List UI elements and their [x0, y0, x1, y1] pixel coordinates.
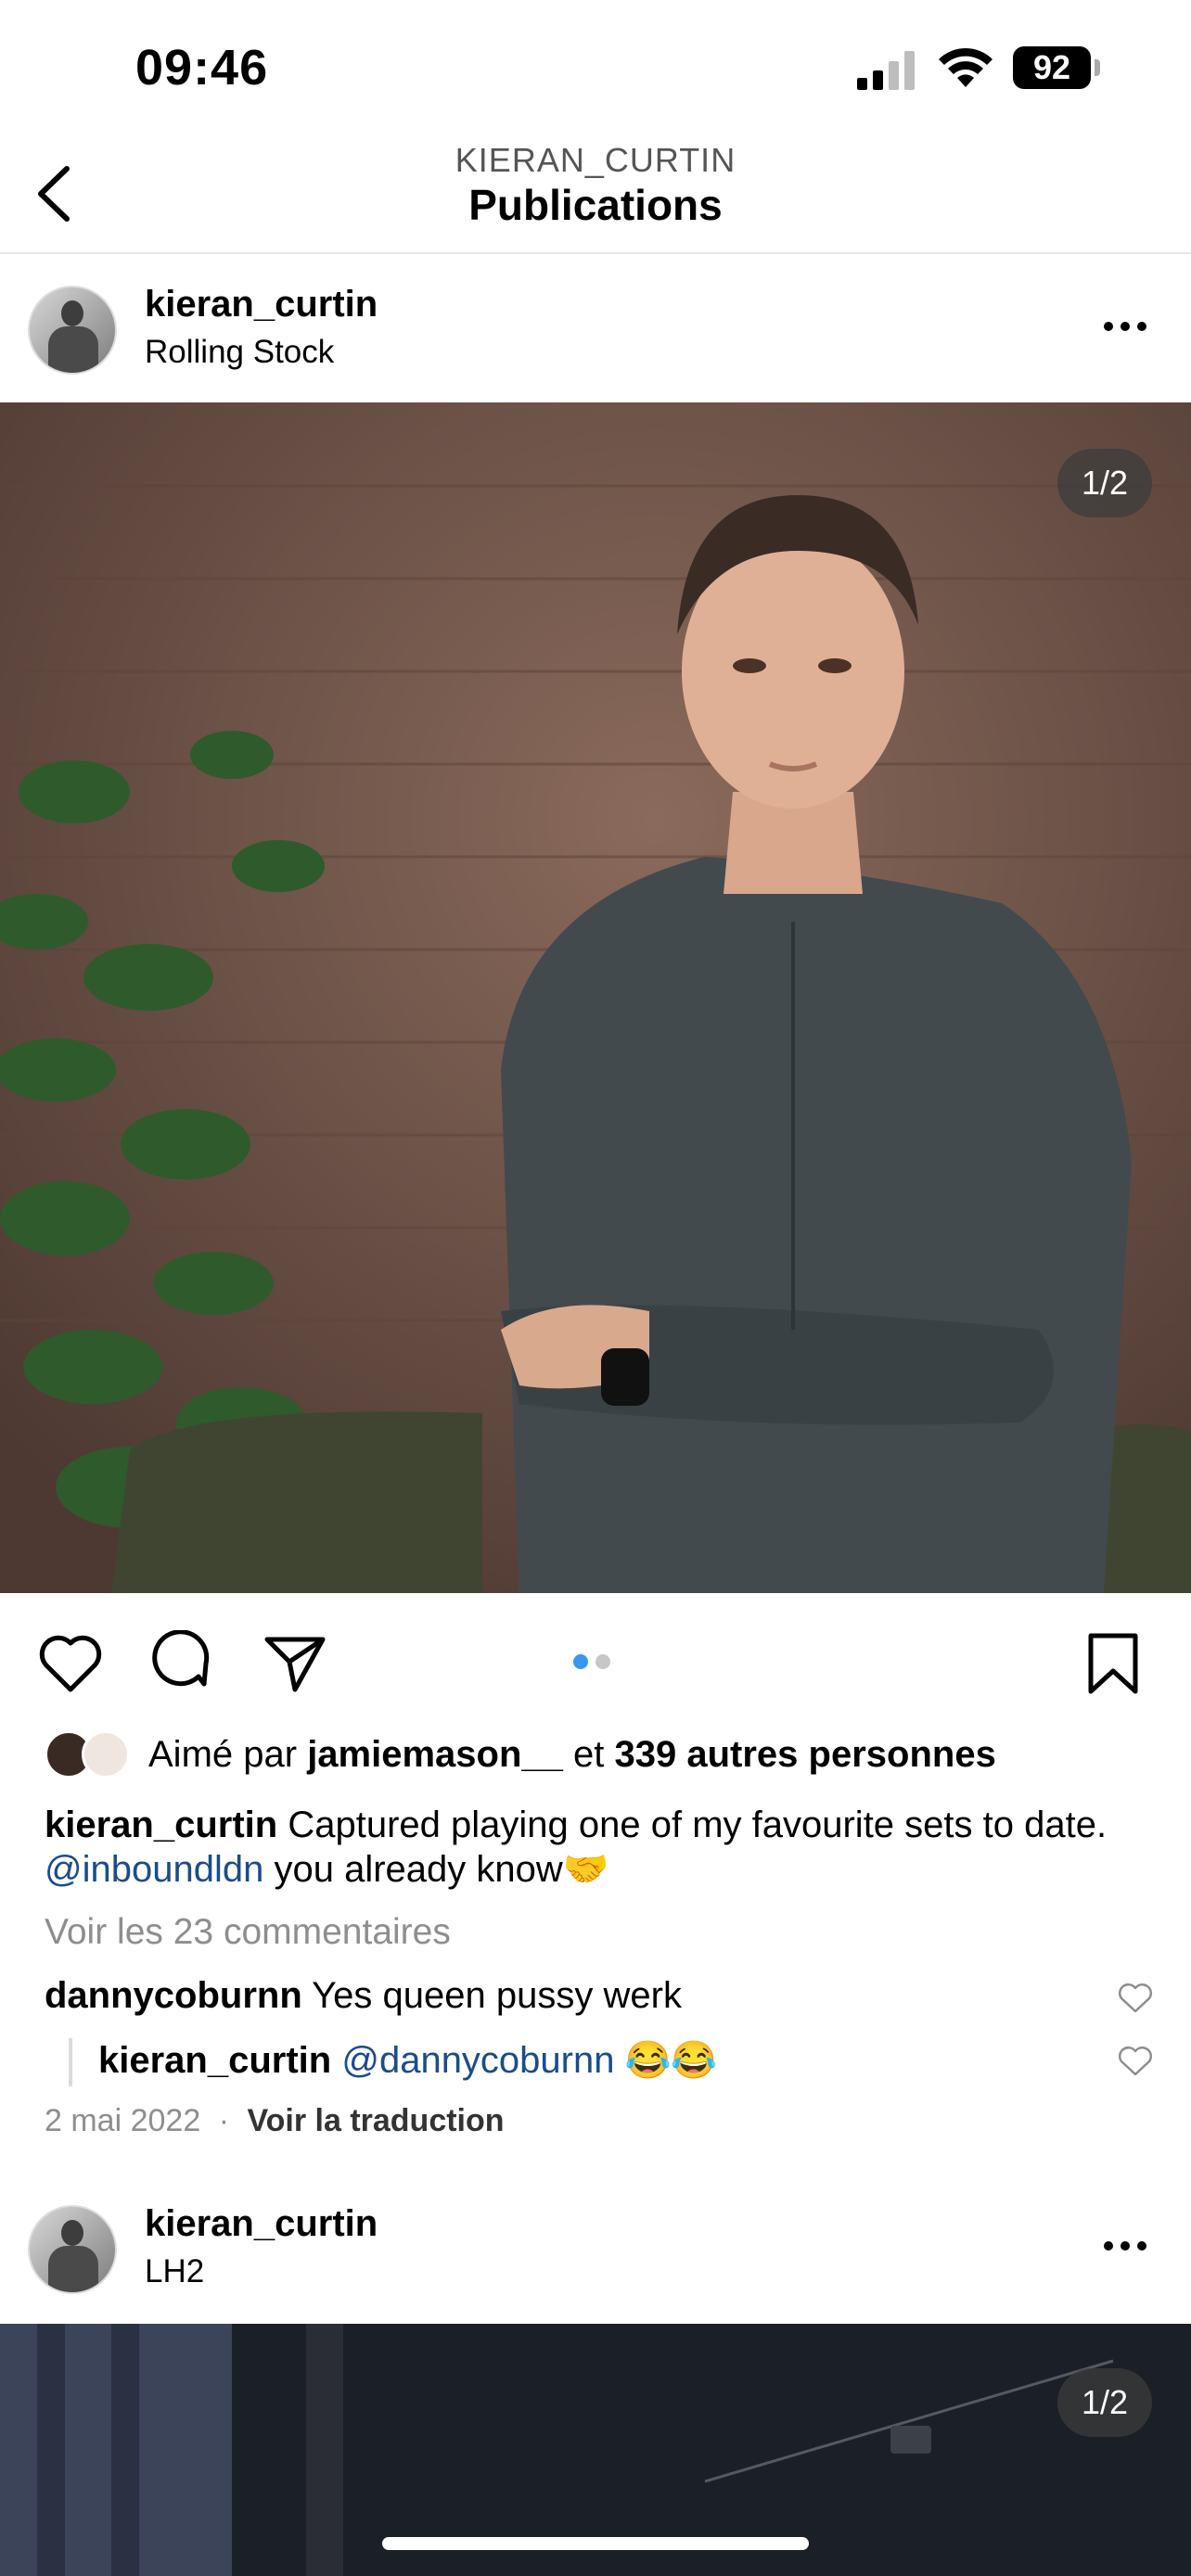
post-location[interactable]: Rolling Stock	[145, 334, 334, 371]
liker-avatar	[82, 1730, 130, 1779]
post-actions	[0, 1593, 1191, 1732]
comment-reply: kieran_curtin @dannycoburnn 😂😂	[98, 2038, 717, 2082]
photo-counter: 1/2	[1057, 2368, 1152, 2437]
reply-text: 😂😂	[624, 2040, 718, 2081]
post-header: kieran_curtin Rolling Stock	[0, 256, 1191, 404]
nav-header: KIERAN_CURTIN Publications	[0, 139, 1191, 254]
carousel-dot-active	[573, 1654, 588, 1669]
reply-mention[interactable]: @dannycoburnn	[341, 2040, 614, 2081]
wifi-icon	[939, 47, 992, 87]
caption-text: Captured playing one of my favourite set…	[288, 1804, 1108, 1845]
heart-icon[interactable]	[37, 1630, 104, 1697]
post-location[interactable]: LH2	[145, 2253, 204, 2290]
battery-icon: 92	[1013, 46, 1102, 89]
likes-text: Aimé par jamiemason__ et 339 autres pers…	[148, 1734, 996, 1775]
caption-suffix: you already know🤝	[274, 1849, 609, 1890]
comment-like-icon[interactable]	[1117, 1981, 1154, 2014]
caption-mention[interactable]: @inboundldn	[45, 1849, 263, 1890]
likes-row[interactable]: Aimé par jamiemason__ et 339 autres pers…	[45, 1730, 1158, 1782]
more-options-icon[interactable]	[1104, 319, 1156, 338]
share-icon[interactable]	[262, 1630, 328, 1697]
carousel-indicator	[573, 1654, 618, 1671]
page-title: Publications	[468, 181, 723, 229]
reply-thread-line	[69, 2038, 72, 2086]
post-meta: 2 mai 2022 · Voir la traduction	[45, 2103, 505, 2139]
comment-username[interactable]: dannycoburnn	[45, 1975, 302, 2016]
meta-separator: ·	[218, 2103, 230, 2138]
reply-like-icon[interactable]	[1117, 2044, 1154, 2077]
liker-username[interactable]: jamiemason__	[307, 1734, 563, 1775]
status-time: 09:46	[135, 40, 269, 96]
portrait-photo	[0, 402, 1191, 1593]
nav-subtitle: KIERAN_CURTIN	[455, 141, 736, 179]
cellular-signal-icon	[857, 51, 915, 90]
status-bar: 09:46 92	[0, 0, 1191, 139]
post-caption: kieran_curtin Captured playing one of my…	[45, 1803, 1148, 1892]
comment-icon[interactable]	[148, 1630, 215, 1697]
post-username[interactable]: kieran_curtin	[145, 284, 378, 325]
post-header: kieran_curtin LH2	[0, 2177, 1191, 2326]
likes-count[interactable]: 339 autres personnes	[615, 1734, 996, 1775]
view-comments-link[interactable]: Voir les 23 commentaires	[45, 1912, 451, 1953]
avatar[interactable]	[28, 286, 117, 375]
comment: dannycoburnn Yes queen pussy werk	[45, 1975, 682, 2017]
avatar[interactable]	[28, 2205, 117, 2294]
post-username[interactable]: kieran_curtin	[145, 2203, 378, 2245]
caption-username[interactable]: kieran_curtin	[45, 1804, 277, 1845]
battery-level: 92	[1013, 46, 1091, 89]
home-indicator	[382, 2537, 809, 2550]
comment-text: Yes queen pussy werk	[312, 1975, 682, 2016]
more-options-icon[interactable]	[1104, 2238, 1156, 2257]
reply-username[interactable]: kieran_curtin	[98, 2040, 331, 2081]
carousel-dot	[596, 1654, 610, 1669]
photo-counter: 1/2	[1057, 449, 1152, 517]
translate-link[interactable]: Voir la traduction	[247, 2103, 504, 2138]
bookmark-icon[interactable]	[1080, 1630, 1146, 1697]
post-photo[interactable]: 1/2	[0, 402, 1191, 1593]
post-date: 2 mai 2022	[45, 2103, 201, 2138]
